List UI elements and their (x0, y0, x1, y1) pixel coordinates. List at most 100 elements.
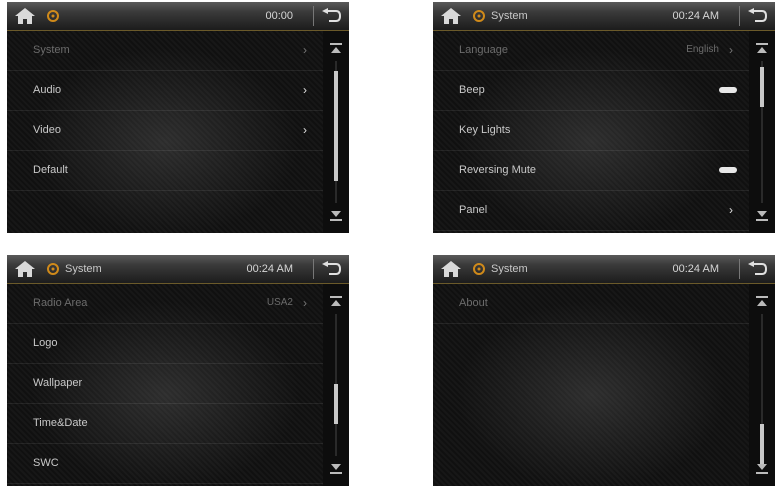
clock: 00:24 AM (672, 263, 719, 275)
list-item-panel[interactable]: Panel › (433, 191, 749, 231)
settings-list: System › Audio › Video › Default (7, 31, 323, 233)
title-bar: System 00:24 AM (433, 255, 775, 284)
clock: 00:24 AM (672, 10, 719, 22)
scroll-up-button[interactable] (328, 294, 344, 308)
list-item-key-lights[interactable]: Key Lights (433, 111, 749, 151)
settings-screen-3: System 00:24 AM Radio Area USA2 › Logo W… (7, 255, 349, 486)
list-item-system[interactable]: System › (7, 31, 323, 71)
settings-list: Language English › Beep Key Lights Rever… (433, 31, 749, 233)
gear-icon (471, 261, 487, 277)
list-item-audio[interactable]: Audio › (7, 71, 323, 111)
list-item-time-date[interactable]: Time&Date (7, 404, 323, 444)
list-item-reversing-mute[interactable]: Reversing Mute (433, 151, 749, 191)
home-button[interactable] (11, 5, 39, 27)
back-button[interactable] (745, 259, 769, 279)
gear-icon (471, 8, 487, 24)
settings-list: Radio Area USA2 › Logo Wallpaper Time&Da… (7, 284, 323, 486)
scrollbar[interactable] (749, 284, 775, 486)
scroll-up-button[interactable] (328, 41, 344, 55)
home-icon (441, 8, 461, 24)
list-item-label: Time&Date (33, 417, 88, 429)
scroll-thumb[interactable] (334, 384, 338, 424)
scroll-down-icon (756, 211, 768, 221)
list-item-wallpaper[interactable]: Wallpaper (7, 364, 323, 404)
scrollbar[interactable] (749, 31, 775, 233)
scroll-thumb[interactable] (760, 424, 764, 464)
scroll-thumb[interactable] (760, 67, 764, 107)
title-bar: System 00:24 AM (7, 255, 349, 284)
clock: 00:24 AM (246, 263, 293, 275)
scrollbar[interactable] (323, 31, 349, 233)
list-item-value: English (686, 44, 719, 55)
toggle-switch[interactable] (719, 87, 737, 93)
scroll-down-button[interactable] (754, 209, 770, 223)
page-title: System (65, 263, 102, 275)
list-item-value: USA2 (266, 297, 293, 308)
scrollbar[interactable] (323, 284, 349, 486)
scroll-up-button[interactable] (754, 41, 770, 55)
list-item-beep[interactable]: Beep (433, 71, 749, 111)
page-title: System (491, 10, 528, 22)
list-item-swc[interactable]: SWC (7, 444, 323, 484)
scroll-down-button[interactable] (328, 462, 344, 476)
clock: 00:00 (265, 10, 293, 22)
list-item-label: Radio Area (33, 297, 88, 309)
scroll-up-icon (756, 43, 768, 53)
list-item-label: Logo (33, 337, 58, 349)
scroll-up-icon (330, 296, 342, 306)
settings-list: About (433, 284, 749, 486)
list-item-radio-area[interactable]: Radio Area USA2 › (7, 284, 323, 324)
home-icon (15, 261, 35, 277)
settings-screen-1: 00:00 System › Audio › Video › Default (7, 2, 349, 233)
back-button[interactable] (319, 259, 343, 279)
divider (739, 259, 740, 279)
home-icon (15, 8, 35, 24)
scroll-up-icon (756, 296, 768, 306)
list-item-default[interactable]: Default (7, 151, 323, 191)
back-button[interactable] (319, 6, 343, 26)
chevron-right-icon: › (303, 43, 307, 57)
scroll-down-button[interactable] (328, 209, 344, 223)
back-arrow-icon (322, 261, 341, 275)
chevron-right-icon: › (729, 43, 733, 57)
list-item-label: SWC (33, 457, 59, 469)
title-bar: System 00:24 AM (433, 2, 775, 31)
chevron-right-icon: › (729, 203, 733, 217)
scroll-down-button[interactable] (754, 462, 770, 476)
list-item-label: Wallpaper (33, 377, 83, 389)
list-item-logo[interactable]: Logo (7, 324, 323, 364)
list-item-label: Audio (33, 84, 62, 96)
list-item-label: Key Lights (459, 124, 511, 136)
chevron-right-icon: › (303, 296, 307, 310)
toggle-switch[interactable] (719, 167, 737, 173)
scroll-down-icon (330, 464, 342, 474)
settings-screen-2: System 00:24 AM Language English › Beep … (433, 2, 775, 233)
list-item-video[interactable]: Video › (7, 111, 323, 151)
divider (313, 6, 314, 26)
home-button[interactable] (437, 258, 465, 280)
list-item-label: About (459, 297, 488, 309)
list-item-label: Video (33, 124, 61, 136)
divider (313, 259, 314, 279)
list-item-language[interactable]: Language English › (433, 31, 749, 71)
title-bar: 00:00 (7, 2, 349, 31)
gear-icon (45, 8, 61, 24)
home-button[interactable] (437, 5, 465, 27)
settings-screen-4: System 00:24 AM About (433, 255, 775, 486)
divider (739, 6, 740, 26)
list-item-label: Default (33, 164, 68, 176)
back-arrow-icon (748, 8, 767, 22)
home-button[interactable] (11, 258, 39, 280)
home-icon (441, 261, 461, 277)
scroll-up-icon (330, 43, 342, 53)
scroll-thumb[interactable] (334, 71, 338, 181)
scroll-down-icon (330, 211, 342, 221)
back-button[interactable] (745, 6, 769, 26)
list-item-label: Panel (459, 204, 488, 216)
scroll-up-button[interactable] (754, 294, 770, 308)
list-item-label: Reversing Mute (459, 164, 537, 176)
gear-icon (45, 261, 61, 277)
list-item-about[interactable]: About (433, 284, 749, 324)
chevron-right-icon: › (303, 83, 307, 97)
page-title: System (491, 263, 528, 275)
